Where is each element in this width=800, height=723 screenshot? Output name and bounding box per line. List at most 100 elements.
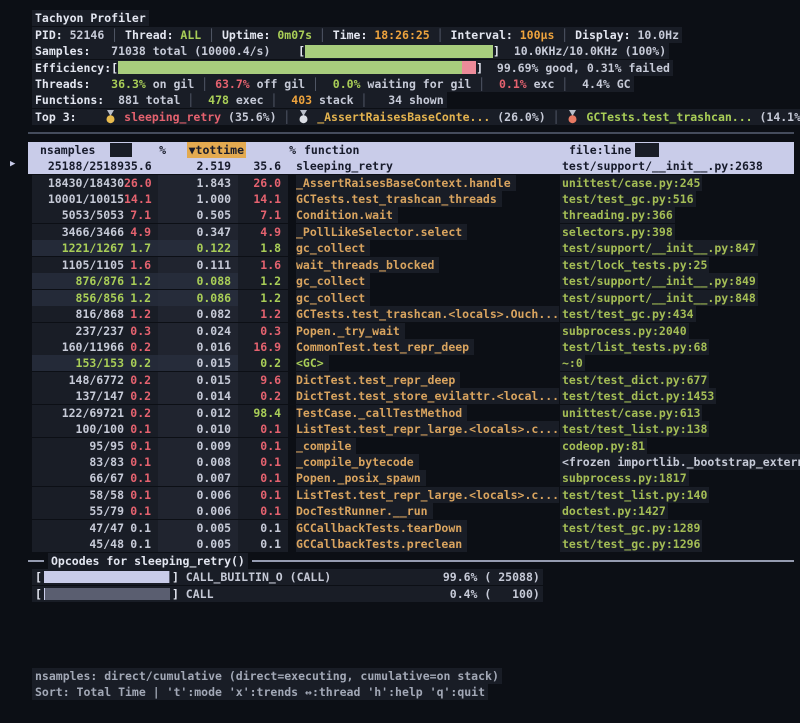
bracket: [ <box>35 570 42 584</box>
table-row[interactable]: 856/8561.2 0.086 1.2 gc_collecttest/supp… <box>0 289 800 305</box>
table-row-selected[interactable]: ▶25188/2518935.6 2.519 35.6 sleeping_ret… <box>28 158 794 174</box>
cell-pct-direct: 0.2 <box>124 339 158 355</box>
table-row[interactable]: 3466/34664.9 0.347 4.9 _PollLikeSelector… <box>0 224 800 240</box>
cell-nsamples: 66/67 <box>32 470 124 486</box>
text-segment: Time: <box>333 28 375 42</box>
cell-tottime: 0.008 <box>158 454 238 470</box>
footer-keys-line: Sort: Total Time | 't':mode 'x':trends ↔… <box>0 684 800 700</box>
opcodes-section-header: Opcodes for sleeping_retry() <box>0 552 800 568</box>
col-header-pct-cumulative[interactable]: % <box>246 143 296 157</box>
text-segment: exec <box>229 93 271 107</box>
col-header-pct-direct[interactable]: % <box>132 143 166 157</box>
col-header-function[interactable]: function <box>304 143 567 157</box>
text-segment: │ <box>312 77 319 91</box>
threads-content: Threads: 36.3% on gil │ 63.7% off gil │ … <box>32 76 634 92</box>
cell-function-name: _AssertRaisesBaseContext.handle <box>296 175 516 191</box>
cell-nsamples: 237/237 <box>32 323 124 339</box>
cell-nsamples: 148/6772 <box>32 372 124 388</box>
table-row[interactable]: 45/480.1 0.005 0.1 GCCallbackTests.precl… <box>0 536 800 552</box>
cell-pct-direct: 1.2 <box>124 290 158 306</box>
table-row[interactable]: 100/1000.1 0.010 0.1 ListTest.test_repr_… <box>0 421 800 437</box>
text-segment: 100µs <box>520 28 562 42</box>
cell-file-line: test/support/__init__.py:848 <box>560 290 758 306</box>
table-row[interactable]: 1105/11051.6 0.111 1.6 wait_threads_bloc… <box>0 257 800 273</box>
functions-line: Functions: 881 total │ 478 exec │ 403 st… <box>0 92 800 108</box>
table-row[interactable]: 55/790.1 0.006 0.1 DocTestRunner.__rundo… <box>0 503 800 519</box>
col-header-nsamples[interactable]: nsamples <box>32 143 110 157</box>
text-segment: sleeping_retry <box>117 110 221 124</box>
text-segment: │ <box>111 28 125 42</box>
table-row[interactable]: 876/8761.2 0.088 1.2 gc_collecttest/supp… <box>0 273 800 289</box>
text-segment: 403 <box>291 93 312 107</box>
opcode-name: CALL <box>186 587 422 601</box>
cell-file-line: codeop.py:81 <box>560 438 647 454</box>
table-row[interactable]: 83/830.1 0.008 0.1 _compile_bytecode<fro… <box>0 454 800 470</box>
text-segment: (35.6%) <box>221 110 283 124</box>
text-segment: (14.1%) <box>753 110 800 124</box>
table-row[interactable]: 18430/1843026.0 1.843 26.0 _AssertRaises… <box>0 174 800 190</box>
text-segment: GCTests.test_trashcan... <box>579 110 752 124</box>
cell-file-line: test/test_gc.py:1296 <box>560 536 702 552</box>
table-row[interactable]: 10001/1001514.1 1.000 14.1 GCTests.test_… <box>0 191 800 207</box>
text-segment: │ <box>283 110 297 124</box>
table-row[interactable]: 122/697210.2 0.012 98.4 TestCase._callTe… <box>0 405 800 421</box>
cell-pct-cumulative: 0.1 <box>238 503 288 519</box>
table-row[interactable]: 153/1530.2 0.015 0.2 <GC>~:0 <box>0 355 800 371</box>
cell-tottime: 0.082 <box>158 306 238 322</box>
table-row[interactable]: 237/2370.3 0.024 0.3 Popen._try_waitsubp… <box>0 322 800 338</box>
table-row[interactable]: 137/1470.2 0.014 0.2 DictTest.test_store… <box>0 388 800 404</box>
cell-function-name: CommonTest.test_repr_deep <box>296 339 474 355</box>
cell-pct-direct: 35.6 <box>124 158 158 174</box>
info-bar-content: PID: 52146 │ Thread: ALL │ Uptime: 0m07s… <box>32 27 682 43</box>
cell-file-line: test/lock_tests.py:25 <box>560 257 709 273</box>
cell-nsamples: 1105/1105 <box>32 257 124 273</box>
col-header-file-line[interactable]: file:line <box>567 143 631 157</box>
cell-nsamples: 25188/25189 <box>32 158 124 174</box>
text-segment: exc <box>527 77 562 91</box>
selected-row-arrow-icon: ▶ <box>10 159 24 173</box>
cell-file-line: test/test_gc.py:516 <box>560 191 696 207</box>
cell-tottime: 0.015 <box>158 372 238 388</box>
text-segment: 34 shown <box>367 93 443 107</box>
cell-function-name: TestCase._callTestMethod <box>296 405 467 421</box>
cell-pct-direct: 1.6 <box>124 257 158 273</box>
cell-tottime: 0.005 <box>158 536 238 552</box>
silver-medal-icon <box>298 110 309 124</box>
cell-pct-direct: 1.2 <box>124 273 158 289</box>
cell-file-line: threading.py:366 <box>560 207 675 223</box>
cell-pct-cumulative: 1.2 <box>238 306 288 322</box>
table-row[interactable]: 95/950.1 0.009 0.1 _compilecodeop.py:81 <box>0 437 800 453</box>
cell-pct-cumulative: 4.9 <box>238 224 288 240</box>
cell-pct-direct: 1.7 <box>124 240 158 256</box>
cell-pct-cumulative: 7.1 <box>238 207 288 223</box>
table-row[interactable]: 66/670.1 0.007 0.1 Popen._posix_spawnsub… <box>0 470 800 486</box>
cell-function-name: Condition.wait <box>296 207 398 223</box>
table-row[interactable]: 816/8681.2 0.082 1.2 GCTests.test_trashc… <box>0 306 800 322</box>
text-segment: │ <box>361 93 368 107</box>
table-row[interactable]: 5053/50537.1 0.505 7.1 Condition.waitthr… <box>0 207 800 223</box>
table-row[interactable]: 1221/12671.7 0.122 1.8 gc_collecttest/su… <box>0 240 800 256</box>
bracket: ] <box>172 570 186 584</box>
cell-nsamples: 47/47 <box>32 520 124 536</box>
sort-column-label[interactable]: ▼tottime <box>187 142 246 158</box>
text-segment: Interval: <box>451 28 520 42</box>
cell-tottime: 0.015 <box>158 355 238 371</box>
text-segment: 0.1% <box>499 77 527 91</box>
separator <box>0 125 800 141</box>
cell-function-name: wait_threads_blocked <box>296 257 439 273</box>
title-line: Tachyon Profiler <box>0 10 800 26</box>
opcode-stats: 0.4% ( 100) <box>422 587 540 601</box>
cell-function-name: GCCallbackTests.preclean <box>296 536 467 552</box>
functions-content: Functions: 881 total │ 478 exec │ 403 st… <box>32 92 447 108</box>
table-row[interactable]: 148/67720.2 0.015 9.6 DictTest.test_repr… <box>0 372 800 388</box>
efficiency-bar <box>118 61 476 74</box>
text-segment: off gil <box>250 77 312 91</box>
table-row[interactable]: 47/470.1 0.005 0.1 GCCallbackTests.tearD… <box>0 520 800 536</box>
table-row[interactable]: 160/119660.2 0.016 16.9 CommonTest.test_… <box>0 339 800 355</box>
cell-nsamples: 5053/5053 <box>32 207 124 223</box>
efficiency-line: Efficiency:[] 99.69% good, 0.31% failed <box>0 59 800 75</box>
cell-function-name: _compile <box>296 438 356 454</box>
cell-file-line: test/support/__init__.py:2638 <box>560 158 765 174</box>
table-row[interactable]: 58/580.1 0.006 0.1 ListTest.test_repr_la… <box>0 487 800 503</box>
cell-tottime: 0.014 <box>158 388 238 404</box>
